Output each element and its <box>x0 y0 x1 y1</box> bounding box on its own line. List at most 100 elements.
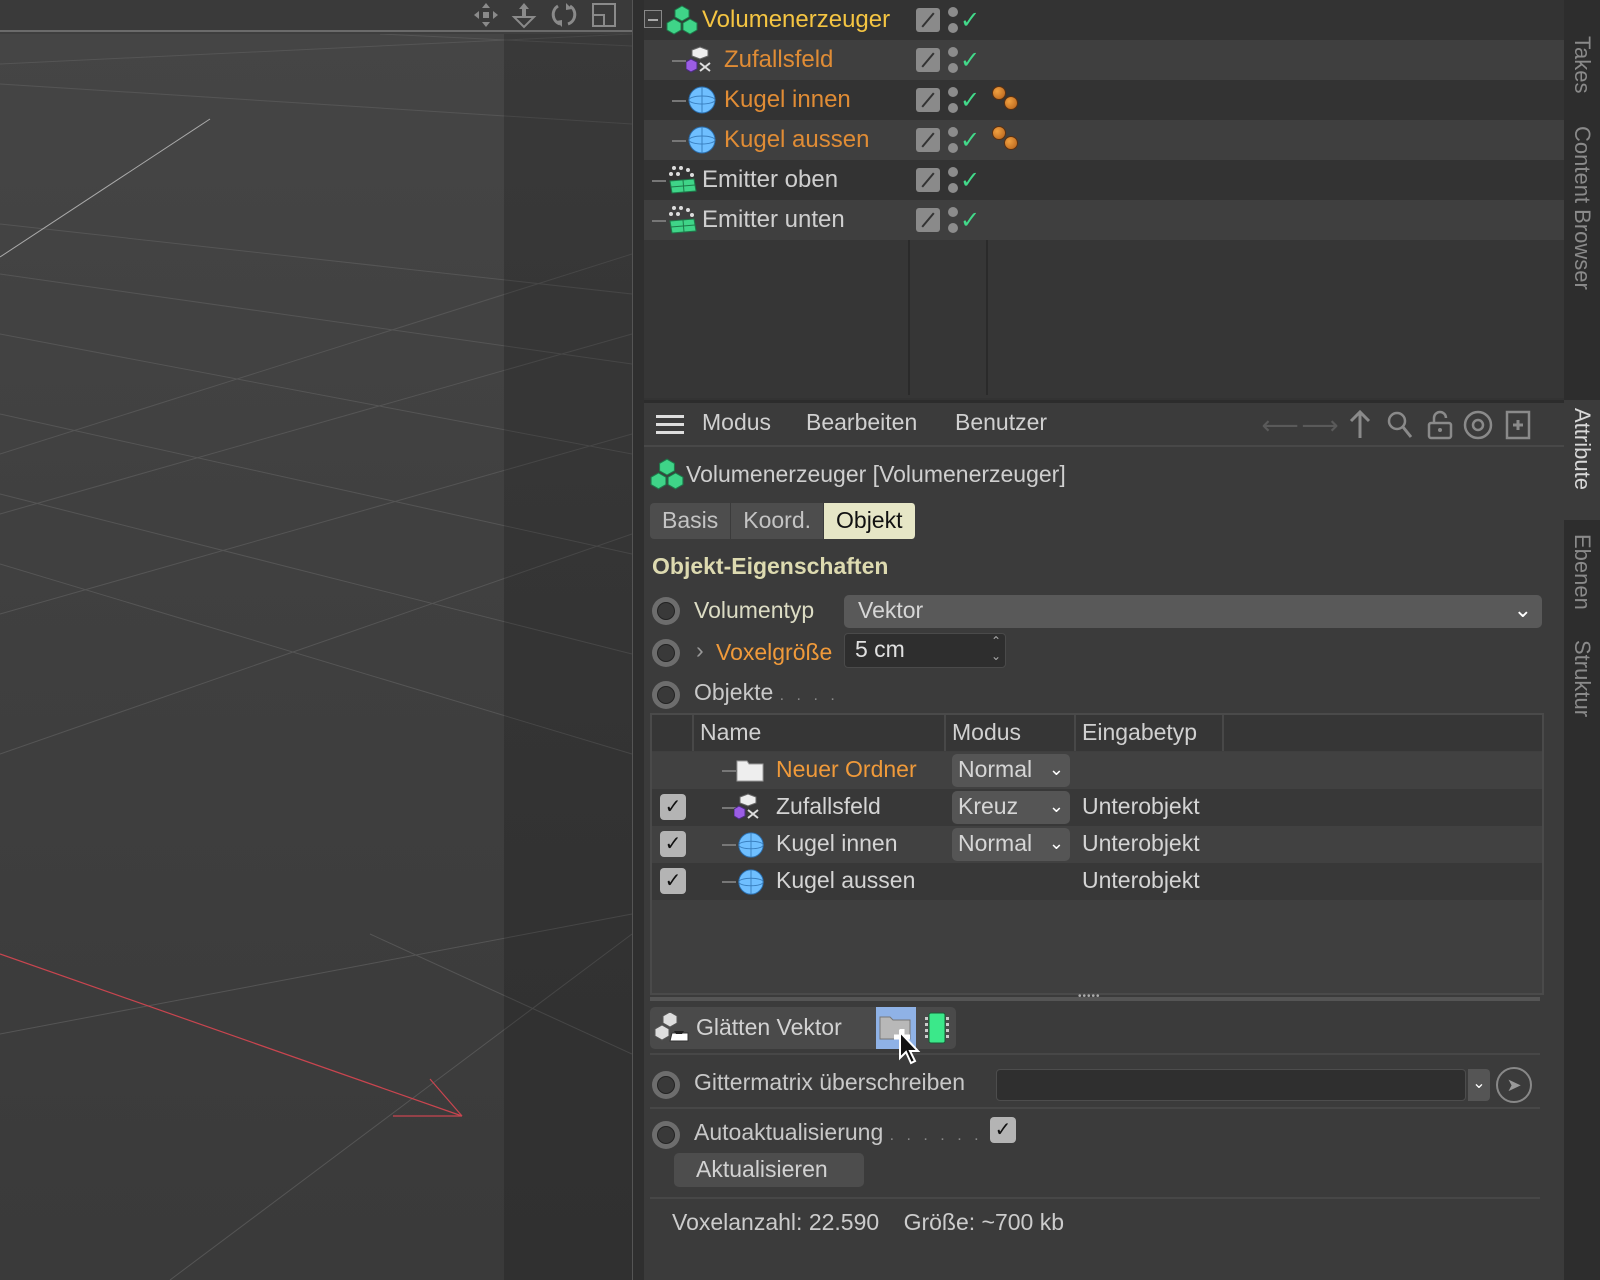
object-row[interactable]: Volumenerzeuger ✓ <box>644 0 1564 40</box>
header-name[interactable]: Name <box>694 715 946 751</box>
object-name[interactable]: Kugel innen <box>724 86 851 114</box>
object-row[interactable]: Kugel aussen ✓ <box>644 120 1564 160</box>
render-visibility-dots[interactable] <box>948 207 958 233</box>
object-name[interactable]: Kugel aussen <box>724 126 869 154</box>
target-icon[interactable] <box>1462 409 1494 441</box>
mode-select[interactable]: Kreuz ⌄ <box>952 791 1070 824</box>
rotate-icon[interactable] <box>548 0 580 30</box>
lock-icon[interactable] <box>1424 409 1456 441</box>
mode-select[interactable]: Normal ⌄ <box>952 828 1070 861</box>
animate-radio-gittermatrix[interactable] <box>652 1071 680 1099</box>
list-item[interactable]: ✓ Kugel aussen Unterobjekt <box>652 863 1542 900</box>
animate-radio-autoupdate[interactable] <box>652 1121 680 1149</box>
spinner-arrows-icon[interactable]: ⌃ ⌄ <box>991 634 1001 664</box>
menu-modus[interactable]: Modus <box>702 409 771 436</box>
list-resize-handle[interactable]: ••••• <box>650 991 1540 1002</box>
gittermatrix-label: Gittermatrix überschreiben <box>694 1069 965 1095</box>
visibility-toggle[interactable] <box>916 88 940 112</box>
tab-takes[interactable]: Takes <box>1564 28 1600 108</box>
dot-leader: . . . . <box>779 687 839 704</box>
tab-basis[interactable]: Basis <box>650 503 732 539</box>
3d-viewport[interactable] <box>0 0 632 1280</box>
animate-radio-voxelgroesse[interactable] <box>652 639 680 667</box>
menu-bearbeiten[interactable]: Bearbeiten <box>806 409 917 436</box>
object-row[interactable]: Emitter oben ✓ <box>644 160 1564 200</box>
hamburger-menu-icon[interactable] <box>656 415 684 435</box>
up-arrow-icon[interactable] <box>1344 409 1376 441</box>
render-visibility-dots[interactable] <box>948 47 958 73</box>
render-visibility-dots[interactable] <box>948 87 958 113</box>
render-visibility-dots[interactable] <box>948 127 958 153</box>
enable-checkbox[interactable]: ✓ <box>660 794 686 820</box>
chevron-down-icon: ⌄ <box>1513 597 1532 622</box>
visibility-toggle[interactable] <box>916 48 940 72</box>
voxelgroesse-input[interactable]: 5 cm ⌃ ⌄ <box>844 633 1006 668</box>
expand-chevron-icon[interactable]: › <box>696 637 704 664</box>
object-row[interactable]: Emitter unten ✓ <box>644 200 1564 240</box>
smooth-layer-icon <box>654 1011 690 1045</box>
enabled-check-icon[interactable]: ✓ <box>960 86 980 115</box>
collapse-icon[interactable] <box>644 10 662 28</box>
visibility-toggle[interactable] <box>916 128 940 152</box>
enable-checkbox[interactable]: ✓ <box>660 831 686 857</box>
tab-koord[interactable]: Koord. <box>731 503 825 539</box>
objects-list: Name Modus Eingabetyp Neuer Ordner Norma… <box>650 713 1544 995</box>
panel-divider[interactable] <box>632 0 644 1280</box>
object-name[interactable]: Volumenerzeuger <box>702 6 890 34</box>
object-row[interactable]: Zufallsfeld ✓ <box>644 40 1564 80</box>
object-name[interactable]: Zufallsfeld <box>724 46 833 74</box>
enable-checkbox[interactable]: ✓ <box>660 868 686 894</box>
animate-radio-objekte[interactable] <box>652 681 680 709</box>
list-item-name[interactable]: Zufallsfeld <box>776 793 881 820</box>
list-item[interactable]: Neuer Ordner Normal ⌄ <box>652 752 1542 789</box>
visibility-toggle[interactable] <box>916 8 940 32</box>
gittermatrix-dropdown[interactable]: ⌄ <box>1468 1069 1490 1101</box>
animate-radio-volumentyp[interactable] <box>652 597 680 625</box>
visibility-toggle[interactable] <box>916 208 940 232</box>
enabled-check-icon[interactable]: ✓ <box>960 166 980 195</box>
back-arrow-icon[interactable]: ⟵ <box>1261 409 1298 441</box>
menu-benutzer[interactable]: Benutzer <box>955 409 1047 436</box>
filter-layer-icon[interactable] <box>924 1011 950 1045</box>
camera-dolly-icon[interactable] <box>508 0 540 30</box>
enabled-check-icon[interactable]: ✓ <box>960 6 980 35</box>
material-tag-icon[interactable] <box>992 126 1024 156</box>
tab-objekt[interactable]: Objekt <box>824 503 916 539</box>
layer-label[interactable]: Glätten Vektor <box>696 1014 842 1041</box>
list-item-name[interactable]: Neuer Ordner <box>776 756 917 783</box>
visibility-toggle[interactable] <box>916 168 940 192</box>
tab-content-browser[interactable]: Content Browser <box>1564 118 1600 318</box>
tab-ebenen[interactable]: Ebenen <box>1564 526 1600 626</box>
random-field-icon <box>685 45 718 75</box>
render-visibility-dots[interactable] <box>948 167 958 193</box>
search-icon[interactable] <box>1384 409 1416 441</box>
object-row[interactable]: Kugel innen ✓ <box>644 80 1564 120</box>
autoupdate-checkbox[interactable]: ✓ <box>990 1117 1016 1143</box>
header-modus[interactable]: Modus <box>946 715 1076 751</box>
forward-arrow-icon[interactable]: ⟶ <box>1301 409 1338 441</box>
material-tag-icon[interactable] <box>992 86 1024 116</box>
object-name[interactable]: Emitter unten <box>702 206 845 234</box>
header-eingabetyp[interactable]: Eingabetyp <box>1076 715 1224 751</box>
enabled-check-icon[interactable]: ✓ <box>960 126 980 155</box>
pick-object-icon[interactable]: ➤ <box>1496 1067 1532 1103</box>
gittermatrix-link-field[interactable] <box>996 1069 1466 1101</box>
maximize-view-icon[interactable] <box>588 0 620 30</box>
volumentyp-select[interactable]: Vektor ⌄ <box>844 595 1542 628</box>
random-field-icon <box>733 792 766 822</box>
dot-leader: . . . . . . <box>889 1127 983 1144</box>
list-item-name[interactable]: Kugel innen <box>776 830 898 857</box>
list-item[interactable]: ✓ Kugel innen Normal ⌄ Unterobjekt <box>652 826 1542 863</box>
mode-select[interactable]: Normal ⌄ <box>952 754 1070 787</box>
render-visibility-dots[interactable] <box>948 7 958 33</box>
list-item-name[interactable]: Kugel aussen <box>776 867 915 894</box>
tab-struktur[interactable]: Struktur <box>1564 632 1600 742</box>
object-name[interactable]: Emitter oben <box>702 166 838 194</box>
enabled-check-icon[interactable]: ✓ <box>960 46 980 75</box>
tab-attribute[interactable]: Attribute <box>1564 400 1600 520</box>
enabled-check-icon[interactable]: ✓ <box>960 206 980 235</box>
move-icon[interactable] <box>470 0 502 30</box>
update-button[interactable]: Aktualisieren <box>674 1153 864 1187</box>
new-panel-icon[interactable] <box>1502 409 1534 441</box>
list-item[interactable]: ✓ Zufallsfeld Kreuz ⌄ Unterobjekt <box>652 789 1542 826</box>
